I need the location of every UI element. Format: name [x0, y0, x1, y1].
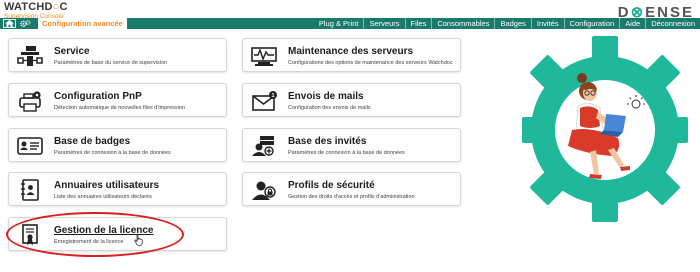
gear-woman-laptop-illustration — [522, 36, 688, 222]
page-title: Configuration avancée — [38, 18, 127, 29]
card-maintenance-serveurs[interactable]: Maintenance des serveurs Configurations … — [242, 38, 461, 72]
card-profils-securite[interactable]: Profils de sécurité Gestion des droits d… — [242, 172, 461, 206]
nav-item-serveurs[interactable]: Serveurs — [363, 18, 404, 29]
nav-item-configuration[interactable]: Configuration — [563, 18, 620, 29]
card-title: Base de badges — [54, 136, 131, 147]
nav-item-deconnexion[interactable]: Déconnexion — [645, 18, 700, 29]
nav-item-consommables[interactable]: Consommables — [431, 18, 494, 29]
card-description: Configuration des envois de mails — [288, 105, 371, 111]
card-description: Paramètres de connexion à la base de don… — [288, 150, 405, 156]
nav-menu: Plug & Print Serveurs Files Consommables… — [314, 18, 700, 29]
card-service[interactable]: Service Paramètres de base du service de… — [8, 38, 227, 72]
card-gestion-licence[interactable]: Gestion de la licence Enregistrement de … — [8, 217, 227, 251]
app-header: WATCHD○C Supervision Console D⊗ENSE — [0, 0, 700, 22]
pulse-monitor-icon — [251, 47, 277, 66]
card-configuration-pnp[interactable]: Configuration PnP Détection automatique … — [8, 83, 227, 117]
nav-item-plug-print[interactable]: Plug & Print — [314, 18, 364, 29]
card-description: Configurations des options de maintenanc… — [288, 60, 453, 66]
card-title: Maintenance des serveurs — [288, 46, 414, 57]
nav-item-badges[interactable]: Badges — [494, 18, 530, 29]
card-description: Détection automatique de nouvelles files… — [54, 105, 185, 111]
card-title: Configuration PnP — [54, 91, 142, 102]
home-icon[interactable] — [3, 19, 16, 28]
nav-item-files[interactable]: Files — [404, 18, 432, 29]
card-title: Base des invités — [288, 136, 367, 147]
server-tower-icon — [17, 46, 43, 66]
license-certificate-icon — [22, 224, 38, 245]
printer-gear-icon — [19, 91, 41, 112]
hand-cursor-icon — [134, 234, 143, 246]
card-description: Paramètres de base du service de supervi… — [54, 60, 168, 66]
card-description: Paramètres de connexion à la base de don… — [54, 150, 171, 156]
card-title: Annuaires utilisateurs — [54, 180, 160, 191]
user-lock-icon — [252, 181, 276, 200]
mail-icon: 1 — [252, 91, 277, 111]
gears-icon — [20, 20, 31, 28]
card-envois-mails[interactable]: 1 Envois de mails Configuration des envo… — [242, 83, 461, 117]
badge-card-icon — [17, 137, 43, 155]
card-annuaires-utilisateurs[interactable]: Annuaires utilisateurs Liste des annuair… — [8, 172, 227, 206]
address-book-icon — [21, 179, 39, 201]
nav-item-aide[interactable]: Aide — [619, 18, 645, 29]
svg-text:1: 1 — [271, 93, 274, 99]
card-description: Liste des annuaires utilisateurs déclaré… — [54, 194, 152, 200]
card-description: Gestion des droits d'accès et profils d'… — [288, 194, 415, 200]
card-base-badges[interactable]: Base de badges Paramètres de connexion à… — [8, 128, 227, 162]
card-base-invites[interactable]: Base des invités Paramètres de connexion… — [242, 128, 461, 162]
card-title: Envois de mails — [288, 91, 364, 102]
card-title: Profils de sécurité — [288, 180, 375, 191]
nav-item-invites[interactable]: Invités — [530, 18, 564, 29]
card-description: Enregistrement de la licence — [54, 239, 124, 245]
guest-users-icon — [252, 136, 274, 156]
card-title: Service — [54, 46, 90, 57]
main-navbar: Configuration avancée Plug & Print Serve… — [0, 18, 700, 29]
